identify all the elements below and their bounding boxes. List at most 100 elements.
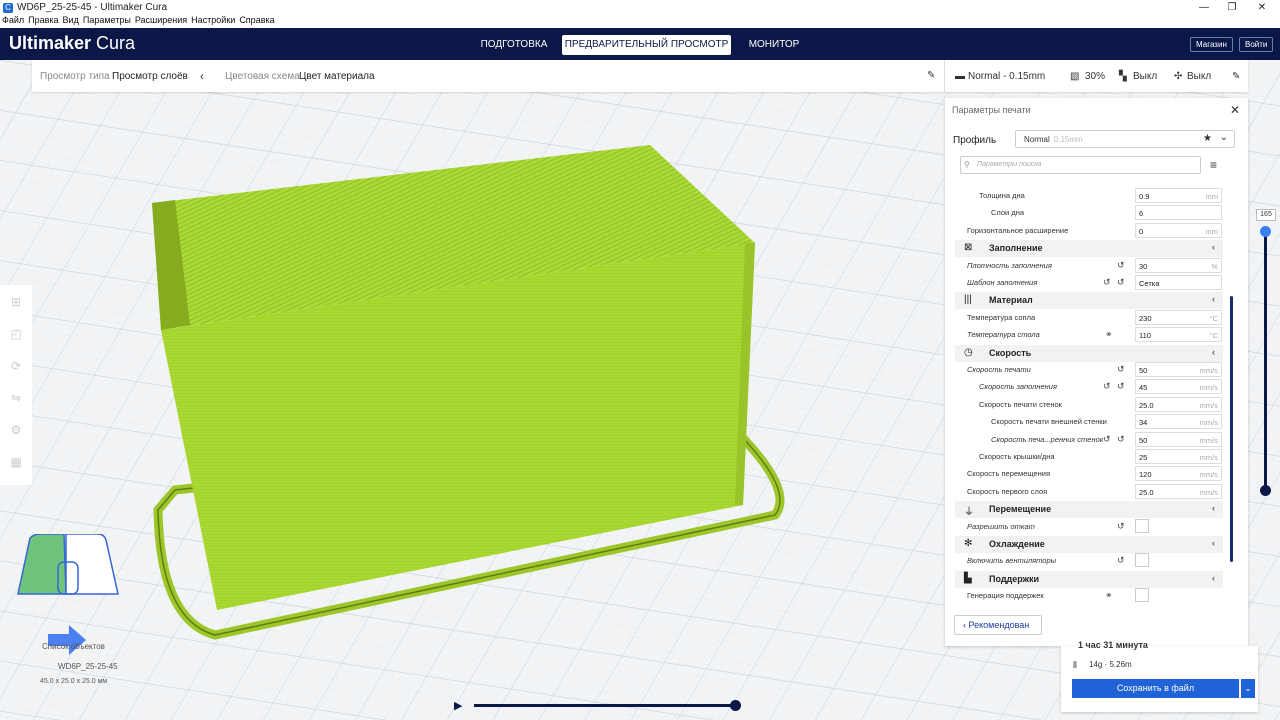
settings-search-input[interactable]: Параметры поиска xyxy=(960,156,1201,174)
reset-icon[interactable]: ↺ xyxy=(1117,434,1125,445)
material-estimate: 14g · 5.26m xyxy=(1089,660,1132,669)
star-icon[interactable]: ★ xyxy=(1203,133,1212,144)
setting-value-field[interactable]: 120 mm/s xyxy=(1135,466,1222,482)
category-icon: ⊠ xyxy=(964,242,973,254)
chevron-left-icon: ‹ xyxy=(1212,294,1215,305)
setting-value-field[interactable]: 25.0 mm/s xyxy=(1135,396,1222,412)
category-header[interactable]: ||| Материал ‹ xyxy=(955,292,1223,310)
per-model-settings-icon[interactable]: ⚙ xyxy=(9,423,23,439)
category-label: Поддержки xyxy=(989,573,1040,584)
setting-value-field[interactable]: 230 °C xyxy=(1135,309,1222,325)
reset-icon[interactable]: ↺ xyxy=(1103,277,1111,288)
view-orientation-cube[interactable] xyxy=(16,533,120,600)
reset-icon[interactable]: ↺ xyxy=(1117,364,1125,375)
support-icon: ▚ xyxy=(1119,71,1127,82)
category-header[interactable]: ✻ Охлаждение ‹ xyxy=(955,536,1223,553)
close-icon[interactable]: ✕ xyxy=(1230,103,1240,117)
menu-file[interactable]: Файл xyxy=(2,15,24,28)
category-icon: ◷ xyxy=(964,346,973,358)
menu-edit[interactable]: Правка xyxy=(28,15,58,28)
category-header[interactable]: ◷ Скорость ‹ xyxy=(955,344,1223,362)
setting-value-field[interactable]: 50 mm/s xyxy=(1135,431,1222,447)
layer-slider-bottom-handle[interactable] xyxy=(1260,485,1271,496)
link-icon[interactable]: ⚭ xyxy=(1105,329,1113,340)
setting-label: Температура стола xyxy=(967,330,1040,340)
setting-row: Горизонтальное расширение 0 mm xyxy=(945,222,1235,239)
spool-icon: ⦀ xyxy=(1073,660,1077,670)
settings-scrollbar[interactable] xyxy=(1230,296,1233,562)
setting-value-field[interactable]: 110 °C xyxy=(1135,327,1222,343)
setting-label: Слои дна xyxy=(991,208,1025,218)
menu-extensions[interactable]: Расширения xyxy=(135,15,187,28)
setting-checkbox[interactable] xyxy=(1135,518,1149,533)
setting-checkbox[interactable] xyxy=(1135,588,1149,603)
category-header[interactable]: ▙ Поддержки ‹ xyxy=(955,570,1223,588)
reset-icon[interactable]: ↺ xyxy=(1117,260,1125,271)
setting-value-field[interactable]: 25.0 mm/s xyxy=(1135,483,1222,499)
tab-prepare[interactable]: ПОДГОТОВКА xyxy=(476,35,552,55)
setting-row: Скорость печа...ренних стенок 50 mm/s ↺ ↺ xyxy=(945,431,1235,448)
maximize-button[interactable]: ❐ xyxy=(1218,0,1246,15)
close-window-button[interactable]: ✕ xyxy=(1248,0,1276,15)
setting-value-field[interactable]: 0 mm xyxy=(1135,222,1222,238)
support-blocker-icon[interactable]: ▦ xyxy=(9,455,23,471)
recommended-button[interactable]: ‹ Рекомендован xyxy=(954,615,1042,635)
menu-preferences[interactable]: Настройки xyxy=(191,15,235,28)
setting-value-field[interactable]: 30% xyxy=(1135,257,1222,273)
save-to-file-button[interactable]: Сохранить в файл xyxy=(1072,679,1239,698)
move-tool-icon[interactable]: ⊞ xyxy=(9,295,23,311)
setting-label: Скорость первого слоя xyxy=(967,486,1048,496)
layer-slider-track[interactable] xyxy=(1264,230,1267,490)
scale-tool-icon[interactable]: ◰ xyxy=(9,327,23,343)
pencil-icon[interactable]: ✎ xyxy=(1232,71,1240,82)
login-button[interactable]: Войти xyxy=(1239,37,1274,52)
print-setup-summary[interactable]: ▬ Normal - 0.15mm ▧ 30% ▚ Выкл ✣ Выкл ✎ xyxy=(945,60,1248,92)
minimize-button[interactable]: — xyxy=(1190,0,1218,15)
reset-icon[interactable]: ↺ xyxy=(1117,555,1125,566)
output-device-dropdown[interactable]: ⌄ xyxy=(1241,679,1255,698)
setting-value-field[interactable]: 25 mm/s xyxy=(1135,449,1222,464)
chevron-left-icon[interactable]: ‹ xyxy=(200,69,204,83)
view-type-dropdown[interactable]: Просмотр слоёв xyxy=(112,71,188,82)
setting-row: Скорость печати 50 mm/s ↺ xyxy=(945,361,1235,378)
menu-settings[interactable]: Параметры xyxy=(83,15,131,28)
tab-preview[interactable]: ПРЕДВАРИТЕЛЬНЫЙ ПРОСМОТР xyxy=(562,35,731,55)
setting-value-field[interactable]: Сетка xyxy=(1135,275,1222,290)
setting-value-field[interactable]: 0.9 mm xyxy=(1135,188,1222,203)
window-titlebar: C WD6P_25-25-45 - Ultimaker Cura — ❐ ✕ xyxy=(0,0,1280,15)
marketplace-button[interactable]: Магазин xyxy=(1190,37,1233,52)
settings-menu-icon[interactable]: ≡ xyxy=(1210,158,1217,172)
setting-checkbox[interactable] xyxy=(1135,553,1149,568)
menu-view[interactable]: Вид xyxy=(63,15,79,28)
pencil-icon[interactable]: ✎ xyxy=(927,70,935,81)
setting-label: Скорость перемещения xyxy=(967,469,1051,479)
play-icon[interactable]: ▶ xyxy=(454,699,462,712)
chevron-left-icon: ‹ xyxy=(1212,242,1215,253)
menu-help[interactable]: Справка xyxy=(239,15,274,28)
link-icon[interactable]: ⚭ xyxy=(1105,590,1113,601)
setting-row: Скорость перемещения 120 mm/s xyxy=(945,465,1235,482)
setting-value-field[interactable]: 50 mm/s xyxy=(1135,362,1222,377)
reset-icon[interactable]: ↺ xyxy=(1117,277,1125,288)
panel-title: Параметры печати xyxy=(952,105,1031,115)
layer-slider-top-handle[interactable] xyxy=(1260,226,1271,237)
path-slider-handle[interactable] xyxy=(730,700,741,711)
reset-icon[interactable]: ↺ xyxy=(1117,381,1125,392)
mirror-tool-icon[interactable]: ⇋ xyxy=(9,391,23,407)
category-header[interactable]: ⊠ Заполнение ‹ xyxy=(955,240,1223,258)
setting-value-field[interactable]: 6 xyxy=(1135,205,1222,221)
rotate-tool-icon[interactable]: ⟳ xyxy=(9,359,23,375)
color-scheme-dropdown[interactable]: Цвет материала xyxy=(299,71,375,82)
tab-monitor[interactable]: МОНИТОР xyxy=(742,35,806,55)
path-slider-track[interactable] xyxy=(474,704,736,707)
reset-icon[interactable]: ↺ xyxy=(1117,521,1125,532)
setting-row: Разрешить откат ↺ xyxy=(945,518,1235,535)
reset-icon[interactable]: ↺ xyxy=(1103,381,1111,392)
setting-value-field[interactable]: 34 mm/s xyxy=(1135,414,1222,430)
reset-icon[interactable]: ↺ xyxy=(1103,434,1111,445)
layer-number-input[interactable]: 165 xyxy=(1256,209,1276,221)
profile-dropdown[interactable]: Normal 0.15mm ★ ⌄ xyxy=(1015,130,1235,148)
object-list-header[interactable]: Список объектов xyxy=(42,642,105,651)
setting-value-field[interactable]: 45 mm/s xyxy=(1135,379,1222,395)
category-header[interactable]: ⏚ Перемещение ‹ xyxy=(955,501,1223,519)
